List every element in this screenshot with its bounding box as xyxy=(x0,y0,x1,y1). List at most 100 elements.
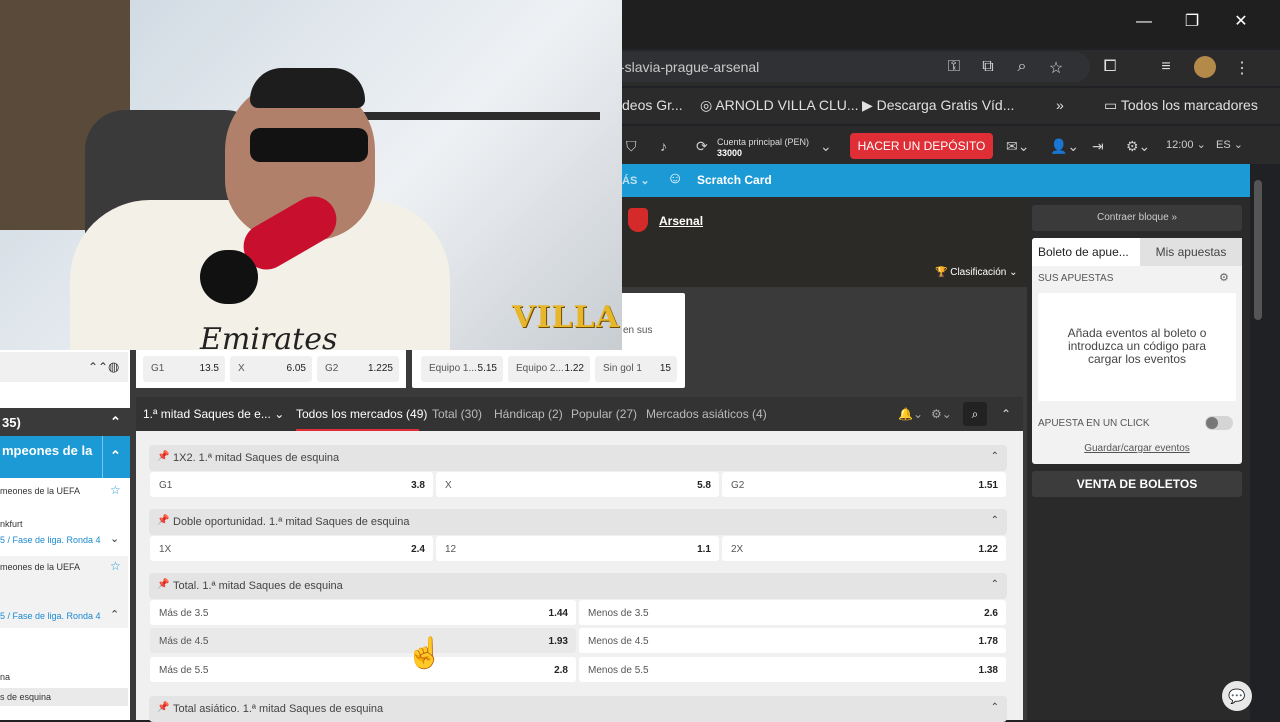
odd-button[interactable]: Sin gol 1 15 xyxy=(595,356,677,382)
pin-icon[interactable]: 📌 xyxy=(157,515,169,526)
extensions-icon[interactable]: ⧠ xyxy=(1100,58,1120,76)
odd-button[interactable]: G1 13.5 xyxy=(143,356,225,382)
chevron-up-icon[interactable]: ⌃ xyxy=(991,515,999,526)
search-button[interactable]: ⌕ xyxy=(963,402,987,426)
odd-button[interactable]: 2X 1.22 xyxy=(722,536,1006,561)
odd-button[interactable]: G2 1.51 xyxy=(722,472,1006,497)
league-section[interactable]: 35) ⌃ xyxy=(0,408,130,436)
odd-button[interactable]: X 5.8 xyxy=(436,472,719,497)
tab-total[interactable]: Total (30) xyxy=(432,407,482,421)
tab-asian-markets[interactable]: Mercados asiáticos (4) xyxy=(646,407,767,421)
user-icon[interactable]: 👤⌄ xyxy=(1050,138,1079,155)
logout-icon[interactable]: ⇥ xyxy=(1092,138,1104,155)
odd-button[interactable]: G2 1.225 xyxy=(317,356,399,382)
globe-icon[interactable]: ◍ xyxy=(108,359,119,375)
restore-button[interactable]: ❐ xyxy=(1172,8,1212,36)
chevron-up-icon[interactable]: ⌃ xyxy=(110,608,119,621)
tab-popular[interactable]: Popular (27) xyxy=(571,407,637,421)
save-load-events-link[interactable]: Guardar/cargar eventos xyxy=(1032,443,1242,454)
odd-button[interactable]: 12 1.1 xyxy=(436,536,719,561)
close-button[interactable]: ✕ xyxy=(1221,8,1261,36)
tab-betslip[interactable]: Boleto de apue... xyxy=(1032,238,1140,266)
star-icon[interactable]: ☆ xyxy=(110,483,121,497)
odd-button[interactable]: X 6.05 xyxy=(230,356,312,382)
time-selector[interactable]: 12:00 ⌄ xyxy=(1166,138,1206,151)
tab-my-bets[interactable]: Mis apuestas xyxy=(1140,238,1242,266)
team-name[interactable]: Arsenal xyxy=(659,214,703,228)
minimize-button[interactable]: — xyxy=(1124,8,1164,36)
mail-icon[interactable]: ✉⌄ xyxy=(1006,138,1029,155)
odd-button[interactable]: Menos de 3.5 2.6 xyxy=(579,600,1006,625)
search-icon: ⌕ xyxy=(971,407,979,421)
toggle-knob[interactable] xyxy=(1206,417,1218,429)
nav-more[interactable]: ÁS ⌄ xyxy=(622,174,650,187)
bookmark-item[interactable]: ◎ ARNOLD VILLA CLU... xyxy=(700,97,859,114)
media-icon[interactable]: ≡ xyxy=(1156,58,1176,76)
collapse-icon[interactable]: ⌃⌃ xyxy=(88,360,108,374)
odd-button[interactable]: G1 3.8 xyxy=(150,472,433,497)
account-label[interactable]: Cuenta principal (PEN) xyxy=(717,137,809,147)
tab-period-selector[interactable]: 1.ª mitad Saques de e... ⌄ xyxy=(143,407,284,421)
refresh-icon[interactable]: ⟳ xyxy=(696,138,708,155)
odd-button[interactable]: Menos de 5.5 1.38 xyxy=(579,657,1006,682)
ticket-sale-button[interactable]: VENTA DE BOLETOS xyxy=(1032,471,1242,497)
odd-label: Más de 5.5 xyxy=(159,665,209,676)
all-bookmarks-folder[interactable]: ▭ Todos los marcadores xyxy=(1104,97,1258,114)
odd-button[interactable]: Más de 5.5 2.8 xyxy=(150,657,576,682)
gear-icon[interactable]: ⚙ xyxy=(1219,271,1229,284)
scrollbar-thumb[interactable] xyxy=(1254,180,1262,320)
pin-icon[interactable]: 📌 xyxy=(157,579,169,590)
odd-button[interactable]: Más de 3.5 1.44 xyxy=(150,600,576,625)
more-bookmarks-button[interactable]: » xyxy=(1056,97,1064,113)
odd-value: 1.1 xyxy=(697,544,711,555)
event-team[interactable]: nkfurt xyxy=(0,519,23,529)
shield-icon[interactable]: ⛉ xyxy=(626,138,637,155)
market-header[interactable]: 📌 Total asiático. 1.ª mitad Saques de esq… xyxy=(149,696,1007,722)
chat-icon[interactable]: 💬 xyxy=(1222,681,1252,711)
league-champions[interactable]: mpeones de la ⌃ xyxy=(0,436,130,478)
chevron-down-icon[interactable]: ⌄ xyxy=(820,138,832,155)
zoom-icon[interactable]: ⌕ xyxy=(1012,58,1032,76)
market-header[interactable]: 📌 Doble oportunidad. 1.ª mitad Saques de … xyxy=(149,509,1007,535)
install-icon[interactable]: ⧉ xyxy=(978,58,998,76)
market-title: Doble oportunidad. 1.ª mitad Saques de e… xyxy=(173,516,410,528)
market-header[interactable]: 📌 Total. 1.ª mitad Saques de esquina ⌃ xyxy=(149,573,1007,599)
pin-icon[interactable]: 📌 xyxy=(157,451,169,462)
key-icon[interactable]: ⚿ xyxy=(944,58,964,76)
nav-scratch-card[interactable]: Scratch Card xyxy=(697,173,772,187)
bell-icon[interactable]: ♪ xyxy=(660,138,667,154)
chevron-up-icon[interactable]: ⌃ xyxy=(110,448,121,464)
pin-icon[interactable]: 📌 xyxy=(157,702,169,713)
bookmark-item[interactable]: deos Gr... xyxy=(622,97,683,113)
odd-button[interactable]: Equipo 1... 5.15 xyxy=(421,356,503,382)
chevron-up-icon[interactable]: ⌃ xyxy=(110,414,121,430)
chevron-down-icon[interactable]: ⌄ xyxy=(110,532,119,545)
deposit-button[interactable]: HACER UN DEPÓSITO xyxy=(850,133,993,159)
odd-button[interactable]: Equipo 2... 1.22 xyxy=(508,356,590,382)
tab-all-markets[interactable]: Todos los mercados (49) xyxy=(296,407,427,421)
collapse-block-button[interactable]: Contraer bloque » xyxy=(1032,205,1242,231)
odd-button[interactable]: Más de 4.5 1.93 xyxy=(150,628,576,653)
market-header[interactable]: 📌 1X2. 1.ª mitad Saques de esquina ⌃ xyxy=(149,445,1007,471)
collapse-icon[interactable]: ⌃ xyxy=(1001,407,1011,421)
odd-button[interactable]: Menos de 4.5 1.78 xyxy=(579,628,1006,653)
star-icon[interactable]: ☆ xyxy=(110,559,121,573)
bell-icon[interactable]: 🔔⌄ xyxy=(898,407,923,421)
chevron-up-icon[interactable]: ⌃ xyxy=(991,702,999,713)
chevron-up-icon[interactable]: ⌃ xyxy=(991,579,999,590)
gear-icon[interactable]: ⚙⌄ xyxy=(1126,138,1150,155)
chevron-up-icon[interactable]: ⌃ xyxy=(991,451,999,462)
profile-avatar[interactable] xyxy=(1194,56,1216,78)
url-text[interactable]: -slavia-prague-arsenal xyxy=(620,59,759,75)
market-link[interactable]: s de esquina xyxy=(0,692,51,702)
menu-icon[interactable]: ⋮ xyxy=(1232,58,1252,78)
gear-icon[interactable]: ⚙⌄ xyxy=(931,407,952,421)
language-selector[interactable]: ES ⌄ xyxy=(1216,138,1243,151)
market-link[interactable]: na xyxy=(0,672,10,682)
tab-handicap[interactable]: Hándicap (2) xyxy=(494,407,563,421)
classification-button[interactable]: 🏆 Clasificación ⌄ xyxy=(935,267,1018,278)
odd-button[interactable]: 1X 2.4 xyxy=(150,536,433,561)
star-icon[interactable]: ☆ xyxy=(1046,58,1066,78)
bookmark-item[interactable]: ▶ Descarga Gratis Víd... xyxy=(862,97,1014,114)
odd-label: X xyxy=(238,363,245,374)
